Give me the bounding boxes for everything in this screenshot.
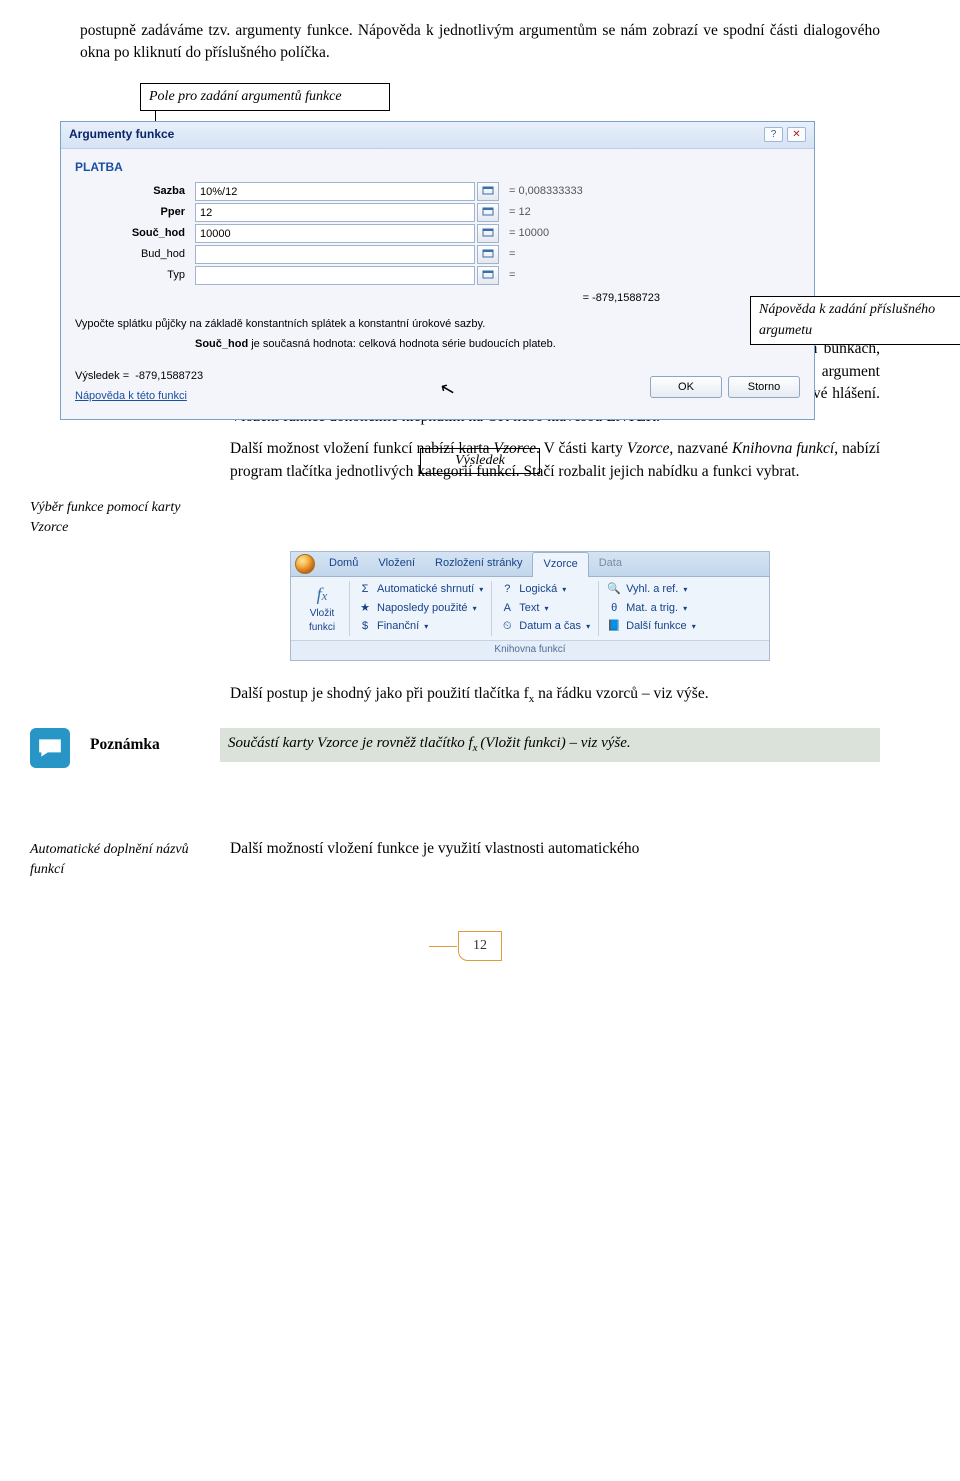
chevron-down-icon: ▾ (479, 585, 483, 594)
arg-label: Sazba (75, 184, 195, 200)
ribbon-btn-icon: $ (358, 620, 372, 634)
arg-input-sazba[interactable] (195, 182, 475, 201)
paragraph-autocomplete: Další možností vložení funkce je využití… (230, 838, 880, 860)
dialog-arg-help: Souč_hod je současná hodnota: celková ho… (195, 337, 800, 353)
chevron-down-icon: ▾ (545, 604, 549, 613)
arg-label: Typ (75, 268, 195, 284)
ribbon-tab-rozložení-stránky[interactable]: Rozložení stránky (425, 552, 532, 576)
ribbon-btn-icon: Σ (358, 583, 372, 597)
close-button[interactable]: ✕ (787, 127, 806, 142)
function-name: PLATBA (75, 159, 800, 176)
note-label: Poznámka (90, 728, 200, 756)
callout-argument-fields: Pole pro zadání argumentů funkce (140, 83, 390, 111)
office-orb[interactable] (291, 552, 319, 576)
dialog-description: Vypočte splátku půjčky na základě konsta… (75, 317, 800, 333)
chevron-down-icon: ▾ (692, 622, 696, 631)
margin-note-autocomplete: Automatické doplnění názvů funkcí (30, 838, 210, 881)
page-number: 12 (458, 931, 502, 961)
arg-evaluated: = 10000 (509, 226, 549, 242)
chevron-down-icon: ▾ (683, 585, 687, 594)
arg-label: Bud_hod (75, 247, 195, 263)
arg-evaluated: = 12 (509, 205, 531, 221)
note-body: Součástí karty Vzorce je rovněž tlačítko… (220, 728, 880, 762)
ribbon-btn-icon: ⏲ (500, 620, 514, 634)
function-arguments-dialog: Argumenty funkce ? ✕ PLATBA Sazba = 0,008… (60, 121, 815, 419)
chevron-down-icon: ▾ (473, 604, 477, 613)
ribbon-vzorce: DomůVloženíRozložení stránkyVzorceData f… (290, 551, 770, 661)
range-picker-button[interactable] (477, 224, 499, 243)
range-picker-button[interactable] (477, 245, 499, 264)
dialog-title: Argumenty funkce (69, 126, 174, 143)
ribbon-btn-naposledy-pou-it-[interactable]: ★Naposledy použité ▾ (356, 600, 485, 618)
ribbon-btn-icon: θ (607, 602, 621, 616)
chevron-down-icon: ▾ (424, 622, 428, 631)
ribbon-btn-icon: 🔍 (607, 583, 621, 597)
chevron-down-icon: ▾ (683, 604, 687, 613)
ribbon-btn-finan-n-[interactable]: $Finanční ▾ (356, 618, 485, 636)
arg-label: Souč_hod (75, 226, 195, 242)
ok-button[interactable]: OK (650, 376, 722, 398)
help-button[interactable]: ? (764, 127, 783, 142)
arg-input-bud_hod[interactable] (195, 245, 475, 264)
office-orb-icon (295, 554, 315, 574)
ribbon-btn-icon: ★ (358, 602, 372, 616)
range-picker-button[interactable] (477, 203, 499, 222)
cancel-button[interactable]: Storno (728, 376, 800, 398)
intro-paragraph: postupně zadáváme tzv. argumenty funkce.… (80, 20, 880, 65)
ribbon-btn-text[interactable]: AText ▾ (498, 600, 592, 618)
arg-row-bud_hod: Bud_hod = (75, 245, 800, 264)
dialog-help-link[interactable]: Nápověda k této funkci (75, 389, 187, 405)
arg-row-typ: Typ = (75, 266, 800, 285)
ribbon-tab-vzorce[interactable]: Vzorce (532, 552, 588, 577)
arg-evaluated: = (509, 247, 515, 263)
ribbon-tab-vložení[interactable]: Vložení (368, 552, 425, 576)
ribbon-tab-domů[interactable]: Domů (319, 552, 368, 576)
insert-function-button[interactable]: fx Vložit funkci (301, 581, 343, 636)
ribbon-btn-icon: A (500, 602, 514, 616)
arg-evaluated: = (509, 268, 515, 284)
arg-row-sazba: Sazba = 0,008333333 (75, 182, 800, 201)
callout-result: Výsledek (420, 448, 540, 474)
arg-label: Pper (75, 205, 195, 221)
arg-input-pper[interactable] (195, 203, 475, 222)
range-picker-button[interactable] (477, 182, 499, 201)
ribbon-btn-icon: ? (500, 583, 514, 597)
chevron-down-icon: ▾ (562, 585, 566, 594)
ribbon-group-label: Knihovna funkcí (291, 640, 769, 660)
ribbon-btn-mat-a-trig-[interactable]: θMat. a trig. ▾ (605, 600, 698, 618)
ribbon-tab-data[interactable]: Data (589, 552, 632, 576)
paragraph-next-steps: Další postup je shodný jako při použití … (230, 683, 880, 708)
arg-row-souč_hod: Souč_hod = 10000 (75, 224, 800, 243)
range-picker-button[interactable] (477, 266, 499, 285)
note-icon (30, 728, 70, 768)
chevron-down-icon: ▾ (586, 622, 590, 631)
arg-evaluated: = 0,008333333 (509, 184, 583, 200)
ribbon-btn-logick-[interactable]: ?Logická ▾ (498, 581, 592, 599)
ribbon-btn-automatick-shrnut-[interactable]: ΣAutomatické shrnutí ▾ (356, 581, 485, 599)
arg-input-souč_hod[interactable] (195, 224, 475, 243)
ribbon-btn-vyhl-a-ref-[interactable]: 🔍Vyhl. a ref. ▾ (605, 581, 698, 599)
fx-icon: fx (317, 581, 328, 607)
dialog-result: Výsledek = -879,1588723 (75, 369, 203, 385)
ribbon-btn-dal-funkce[interactable]: 📘Další funkce ▾ (605, 618, 698, 636)
arg-row-pper: Pper = 12 (75, 203, 800, 222)
arg-input-typ[interactable] (195, 266, 475, 285)
dialog-result-top: = -879,1588723 (75, 291, 800, 307)
callout-help-argument: Nápověda k zadání příslušného argumetu (750, 296, 960, 345)
ribbon-btn-datum-a-as[interactable]: ⏲Datum a čas ▾ (498, 618, 592, 636)
margin-note-tab-selection: Výběr funkce pomocí karty Vzorce (30, 496, 210, 539)
ribbon-btn-icon: 📘 (607, 620, 621, 634)
